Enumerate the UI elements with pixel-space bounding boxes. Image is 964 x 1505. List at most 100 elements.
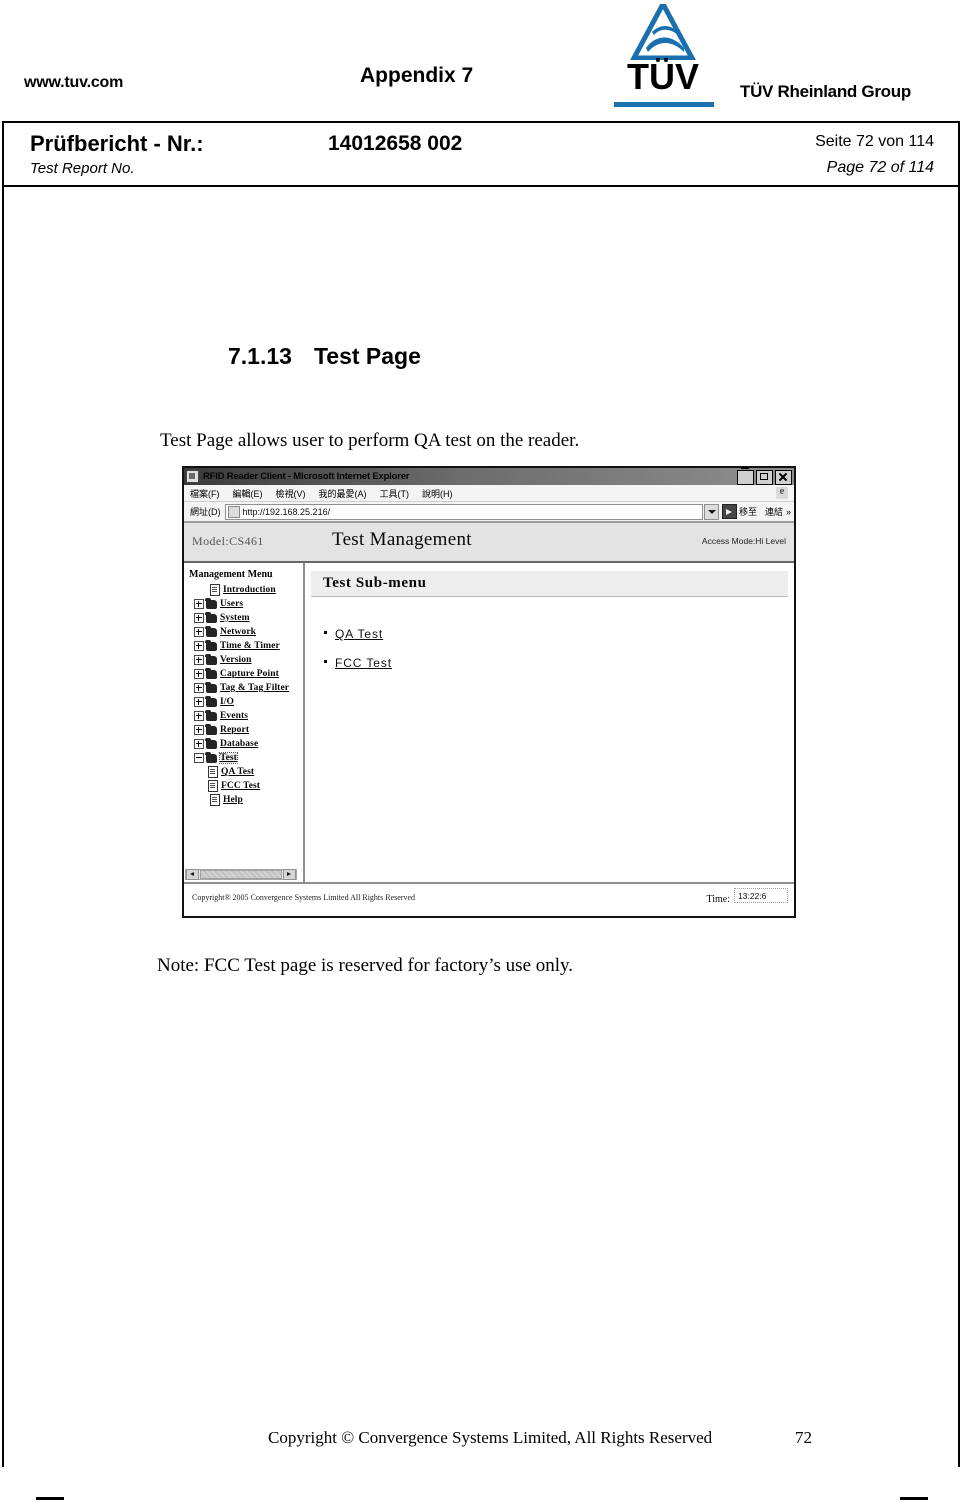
app-page-title: Test Management	[332, 529, 472, 550]
sidebar-frame: Management Menu Introduction Users Syste…	[184, 563, 305, 882]
pruefbericht-label: Prüfbericht - Nr.:	[30, 131, 204, 156]
sidebar-item-database[interactable]: Database	[188, 737, 303, 751]
sidebar-item-label: Report	[220, 725, 250, 735]
expander-plus-icon[interactable]	[194, 627, 204, 637]
expander-plus-icon[interactable]	[194, 599, 204, 609]
browser-address-bar: 網址(D) http://192.168.25.216/ 移至 連結 »	[184, 502, 794, 523]
page-icon	[210, 794, 220, 806]
address-url-text: http://192.168.25.216/	[242, 506, 331, 517]
link-fcc-test[interactable]: FCC Test	[335, 656, 392, 670]
sidebar-item-label: Events	[220, 711, 249, 721]
tuv-wordmark: TÜV	[627, 56, 699, 97]
go-arrow-icon	[721, 504, 737, 519]
sidebar-item-users[interactable]: Users	[188, 597, 303, 611]
tuv-logo: TÜV	[604, 4, 722, 110]
expander-plus-icon[interactable]	[194, 683, 204, 693]
section-heading: 7.1.13 Test Page	[228, 343, 421, 370]
menu-item-edit[interactable]: 編輯(E)	[233, 487, 263, 500]
menu-item-file[interactable]: 檔案(F)	[190, 487, 220, 500]
expander-plus-icon[interactable]	[194, 725, 204, 735]
expander-plus-icon[interactable]	[194, 739, 204, 749]
folder-icon	[205, 625, 217, 637]
folder-icon	[205, 737, 217, 749]
list-item[interactable]: FCC Test	[324, 654, 794, 672]
sidebar-tree: Introduction Users System Network Time &…	[188, 583, 303, 807]
close-button[interactable]	[775, 470, 792, 485]
sidebar-title: Management Menu	[189, 569, 273, 580]
menu-item-tools[interactable]: 工具(T)	[380, 487, 410, 500]
sidebar-item-label: Time & Timer	[220, 641, 280, 651]
sidebar-item-tag-tag-filter[interactable]: Tag & Tag Filter	[188, 681, 303, 695]
menu-item-view[interactable]: 檢視(V)	[276, 487, 306, 500]
sidebar-item-report[interactable]: Report	[188, 723, 303, 737]
sidebar-item-system[interactable]: System	[188, 611, 303, 625]
crop-mark-right	[900, 1497, 928, 1500]
sidebar-item-capture-point[interactable]: Capture Point	[188, 667, 303, 681]
folder-open-icon	[205, 751, 217, 763]
sidebar-horizontal-scrollbar[interactable]	[185, 869, 297, 880]
expander-plus-icon[interactable]	[194, 711, 204, 721]
folder-icon	[205, 667, 217, 679]
menu-item-help[interactable]: 說明(H)	[422, 487, 453, 500]
tuv-underline	[614, 102, 714, 107]
sidebar-item-introduction[interactable]: Introduction	[188, 583, 303, 597]
folder-icon	[205, 639, 217, 651]
submenu-title: Test Sub-menu	[323, 575, 427, 591]
tuv-website-url: www.tuv.com	[24, 74, 124, 91]
address-input[interactable]: http://192.168.25.216/	[224, 503, 703, 520]
sidebar-item-label: Introduction	[223, 585, 276, 595]
scroll-left-arrow-icon[interactable]	[186, 869, 199, 880]
expander-plus-icon[interactable]	[194, 613, 204, 623]
minimize-button[interactable]	[737, 467, 754, 485]
links-toolbar-label[interactable]: 連結	[765, 505, 783, 518]
report-info-bar: Prüfbericht - Nr.: Test Report No. 14012…	[2, 121, 960, 187]
sidebar-item-time-timer[interactable]: Time & Timer	[188, 639, 303, 653]
expander-plus-icon[interactable]	[194, 641, 204, 651]
sidebar-item-fcc-test[interactable]: FCC Test	[188, 779, 303, 793]
expander-plus-icon[interactable]	[194, 669, 204, 679]
sidebar-item-label: Network	[220, 627, 257, 637]
appendix-title: Appendix 7	[360, 64, 474, 87]
sidebar-item-qa-test[interactable]: QA Test	[188, 765, 303, 779]
app-copyright-text: Copyright® 2005 Convergence Systems Limi…	[192, 893, 416, 902]
maximize-button[interactable]	[756, 470, 773, 485]
link-qa-test[interactable]: QA Test	[335, 627, 383, 641]
section-note-text: Note: FCC Test page is reserved for fact…	[157, 955, 574, 976]
folder-icon	[205, 611, 217, 623]
expander-plus-icon[interactable]	[194, 655, 204, 665]
sidebar-item-label: Tag & Tag Filter	[220, 683, 290, 693]
sidebar-item-test[interactable]: Test	[188, 751, 303, 765]
sidebar-item-label: FCC Test	[221, 781, 261, 791]
page-footer-copyright: Copyright © Convergence Systems Limited,…	[268, 1428, 713, 1447]
browser-menubar: 檔案(F) 編輯(E) 檢視(V) 我的最愛(A) 工具(T) 說明(H)	[184, 485, 794, 502]
go-button-label: 移至	[738, 507, 757, 517]
section-intro-text: Test Page allows user to perform QA test…	[160, 430, 580, 451]
expander-minus-icon[interactable]	[194, 753, 204, 763]
app-frames: Management Menu Introduction Users Syste…	[184, 563, 794, 882]
sidebar-item-help[interactable]: Help	[188, 793, 303, 807]
sidebar-item-events[interactable]: Events	[188, 709, 303, 723]
list-item[interactable]: QA Test	[324, 625, 794, 643]
sidebar-item-label: Version	[220, 655, 252, 665]
report-number: 14012658 002	[328, 132, 463, 155]
sidebar-item-version[interactable]: Version	[188, 653, 303, 667]
section-title: Test Page	[313, 343, 421, 369]
scrollbar-thumb[interactable]	[200, 870, 282, 879]
address-dropdown-button[interactable]	[703, 503, 719, 520]
expander-plus-icon[interactable]	[194, 697, 204, 707]
chevron-overflow-icon[interactable]: »	[786, 507, 791, 517]
page-footer-number: 72	[795, 1428, 812, 1447]
sidebar-item-network[interactable]: Network	[188, 625, 303, 639]
device-model-label: Model:CS461	[192, 534, 264, 548]
crop-mark-left	[36, 1497, 64, 1500]
sidebar-item-io[interactable]: I/O	[188, 695, 303, 709]
browser-window-screenshot: RFID Reader Client - Microsoft Internet …	[182, 466, 796, 918]
sidebar-item-label: System	[220, 613, 250, 623]
sidebar-item-label: Test	[219, 752, 238, 764]
sidebar-item-label: Users	[220, 599, 244, 609]
menu-item-favorites[interactable]: 我的最愛(A)	[319, 487, 367, 500]
window-controls	[737, 467, 792, 485]
scroll-right-arrow-icon[interactable]	[283, 869, 296, 880]
go-button[interactable]: 移至	[721, 504, 757, 519]
sidebar-item-label: Help	[223, 795, 243, 805]
